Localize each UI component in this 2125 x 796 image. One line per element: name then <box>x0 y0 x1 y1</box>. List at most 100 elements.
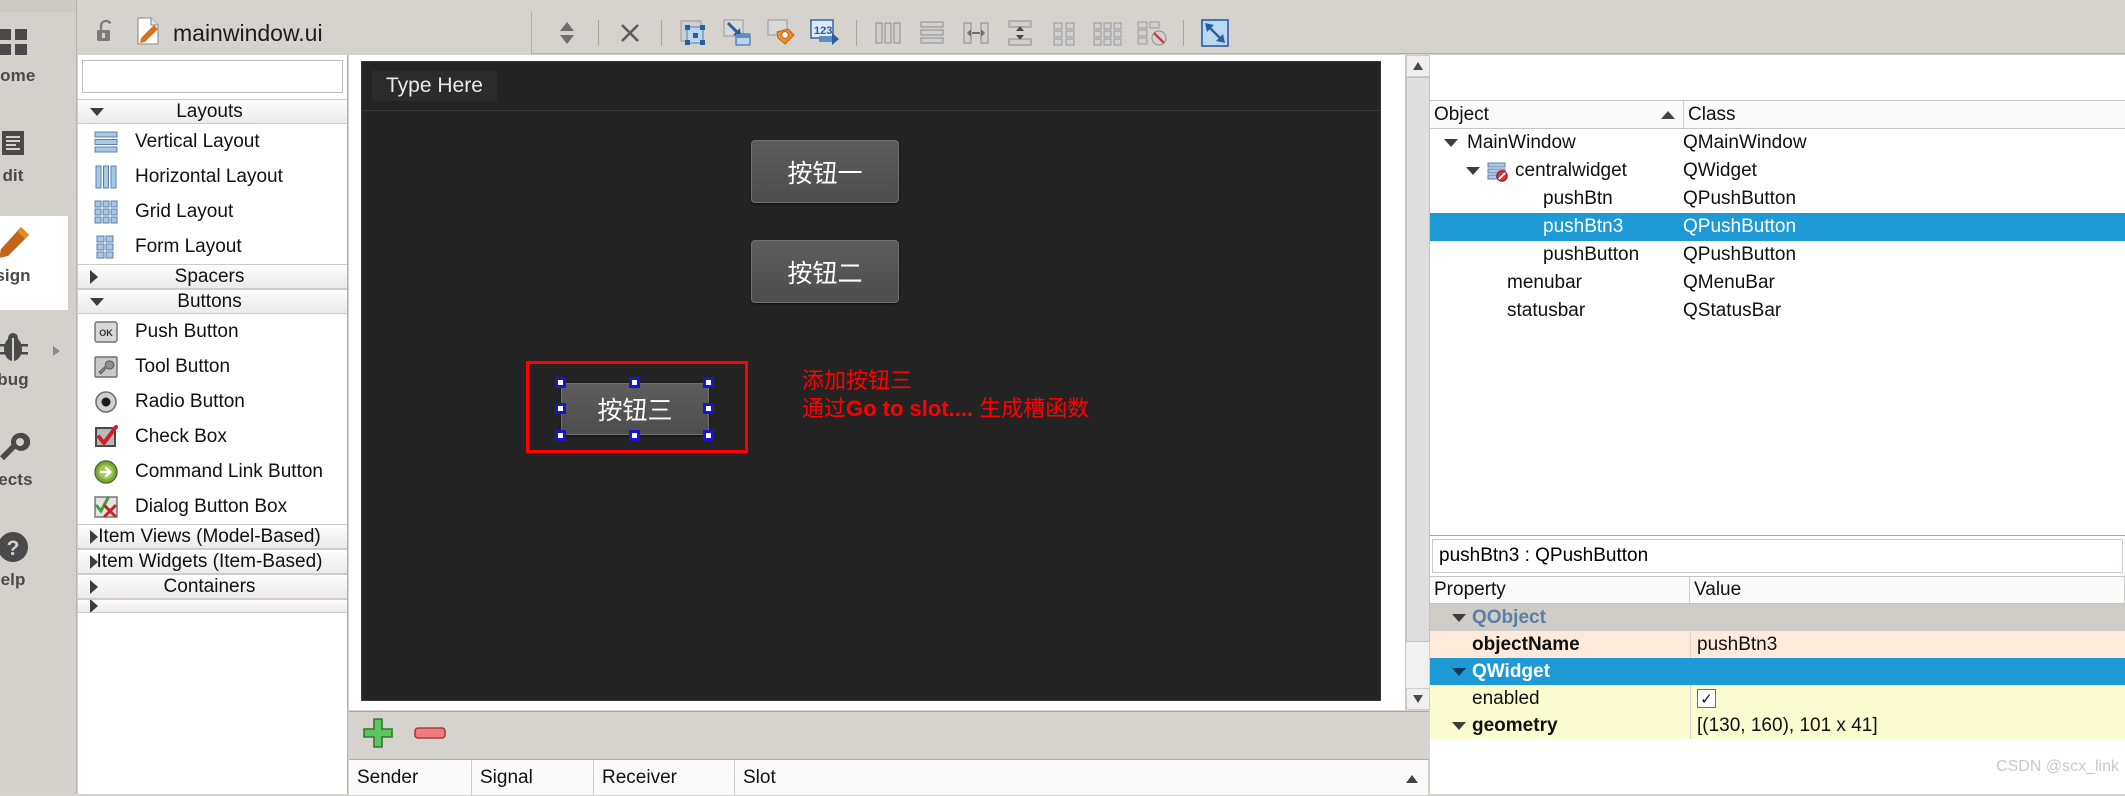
property-group-qwidget[interactable]: QWidget <box>1430 658 2125 685</box>
open-file-chip[interactable]: mainwindow.ui <box>77 12 532 54</box>
property-value-geometry[interactable]: [(130, 160), 101 x 41] <box>1690 712 2125 739</box>
tree-row-menubar[interactable]: menubar QMenuBar <box>1430 269 2125 297</box>
column-header-value[interactable]: Value <box>1690 577 2125 603</box>
resize-handle-bottom-right[interactable] <box>703 430 714 441</box>
add-plus-icon[interactable] <box>361 716 395 755</box>
property-row-enabled[interactable]: enabled ✓ <box>1430 685 2125 712</box>
column-header-class[interactable]: Class <box>1683 101 2125 128</box>
widget-item-tool-button[interactable]: Tool Button <box>78 349 347 384</box>
tree-row-centralwidget[interactable]: centralwidget QWidget <box>1430 157 2125 185</box>
widget-item-check-box[interactable]: Check Box <box>78 419 347 454</box>
tree-row-statusbar[interactable]: statusbar QStatusBar <box>1430 297 2125 325</box>
widget-item-dialog-button-box[interactable]: Dialog Button Box <box>78 489 347 524</box>
resize-handle-bottom-center[interactable] <box>629 430 640 441</box>
property-row-geometry[interactable]: geometry [(130, 160), 101 x 41] <box>1430 712 2125 739</box>
designer-toolbar[interactable]: 123 <box>545 12 1237 54</box>
tree-row-pushbtn[interactable]: pushBtn QPushButton <box>1430 185 2125 213</box>
widget-group-buttons[interactable]: Buttons <box>78 289 347 314</box>
property-value-objectname[interactable]: pushBtn3 <box>1690 631 2125 658</box>
sort-ascending-icon[interactable] <box>1661 110 1675 119</box>
signal-slot-toolbar[interactable] <box>349 712 1429 759</box>
property-group-qobject[interactable]: QObject <box>1430 604 2125 631</box>
column-header-object[interactable]: Object <box>1430 101 1683 128</box>
object-inspector-header[interactable]: Object Class <box>1430 101 2125 129</box>
widget-group-item-views[interactable]: Item Views (Model-Based) <box>78 524 347 549</box>
object-inspector-tree[interactable]: MainWindow QMainWindow centralwidget QWi… <box>1430 129 2125 325</box>
edit-buddies-icon[interactable] <box>759 12 803 54</box>
object-inspector-filter-input[interactable] <box>1430 55 2125 101</box>
object-inspector-panel[interactable]: Object Class MainWindow QMainWindow cent… <box>1430 55 2125 535</box>
resize-handle-top-right[interactable] <box>703 377 714 388</box>
widget-item-radio-button[interactable]: Radio Button <box>78 384 347 419</box>
tree-row-pushbtn3[interactable]: pushBtn3 QPushButton <box>1430 213 2125 241</box>
property-editor-panel[interactable]: pushBtn3 : QPushButton Property Value QO… <box>1430 535 2125 794</box>
resize-handle-top-left[interactable] <box>555 377 566 388</box>
column-header-signal[interactable]: Signal <box>472 760 594 796</box>
close-x-icon[interactable] <box>608 12 652 54</box>
scrollbar-thumb[interactable] <box>1406 77 1430 642</box>
sort-ascending-icon[interactable] <box>1405 771 1419 789</box>
widget-item-form-layout[interactable]: Form Layout <box>78 229 347 264</box>
mode-item-projects[interactable]: jects <box>0 420 68 490</box>
signal-slot-editor[interactable]: Sender Signal Receiver Slot <box>349 711 1429 796</box>
updown-arrows-icon[interactable] <box>545 12 589 54</box>
chevron-down-icon[interactable] <box>1452 613 1466 622</box>
widget-group-partial[interactable] <box>78 599 347 613</box>
chevron-right-icon[interactable] <box>90 269 98 284</box>
break-layout-icon[interactable] <box>1130 12 1174 54</box>
signal-slot-table-header[interactable]: Sender Signal Receiver Slot <box>349 759 1429 796</box>
resize-handle-middle-left[interactable] <box>555 403 566 414</box>
remove-minus-icon[interactable] <box>413 724 447 747</box>
form-push-button-2[interactable]: 按钮二 <box>751 240 899 303</box>
form-vertical-scrollbar[interactable] <box>1405 55 1430 710</box>
chevron-down-icon[interactable] <box>90 107 104 116</box>
edit-widgets-icon[interactable] <box>671 12 715 54</box>
enabled-checkbox[interactable]: ✓ <box>1697 689 1716 708</box>
layout-grid-icon[interactable] <box>1086 12 1130 54</box>
widget-item-push-button[interactable]: OK Push Button <box>78 314 347 349</box>
mode-item-help[interactable]: ? elp <box>0 520 68 590</box>
tree-row-mainwindow[interactable]: MainWindow QMainWindow <box>1430 129 2125 157</box>
chevron-right-icon[interactable] <box>53 346 60 356</box>
column-header-slot[interactable]: Slot <box>735 760 1429 796</box>
chevron-down-icon[interactable] <box>1452 667 1466 676</box>
column-header-receiver[interactable]: Receiver <box>594 760 735 796</box>
property-value-enabled[interactable]: ✓ <box>1690 685 2125 712</box>
adjust-size-icon[interactable] <box>1193 12 1237 54</box>
scroll-down-arrow-icon[interactable] <box>1406 688 1430 710</box>
resize-handle-top-center[interactable] <box>629 377 640 388</box>
widget-box-panel[interactable]: Layouts Vertical Layout Horizontal Layou… <box>78 55 348 794</box>
form-editor-area[interactable]: Type Here 按钮一 按钮二 按钮三 添加按钮三 通过Go to slot… <box>349 55 1416 710</box>
edit-tab-order-icon[interactable]: 123 <box>803 12 847 54</box>
widget-group-layouts[interactable]: Layouts <box>78 99 347 124</box>
widget-box-filter-input[interactable] <box>82 60 343 93</box>
chevron-right-icon[interactable] <box>90 554 98 569</box>
menubar-type-here[interactable]: Type Here <box>372 71 497 101</box>
chevron-right-icon[interactable] <box>90 600 98 612</box>
chevron-right-icon[interactable] <box>90 579 98 594</box>
mode-item-design[interactable]: sign <box>0 216 68 310</box>
chevron-down-icon[interactable] <box>1466 167 1480 175</box>
chevron-down-icon[interactable] <box>1452 721 1466 730</box>
widget-group-item-widgets[interactable]: Item Widgets (Item-Based) <box>78 549 347 574</box>
widget-item-grid-layout[interactable]: Grid Layout <box>78 194 347 229</box>
property-rows[interactable]: QObject objectName pushBtn3 QWidget enab… <box>1430 604 2125 739</box>
property-row-objectname[interactable]: objectName pushBtn3 <box>1430 631 2125 658</box>
chevron-down-icon[interactable] <box>1444 139 1458 147</box>
scroll-up-arrow-icon[interactable] <box>1406 55 1430 77</box>
resize-handle-bottom-left[interactable] <box>555 430 566 441</box>
column-header-sender[interactable]: Sender <box>349 760 472 796</box>
resize-handle-middle-right[interactable] <box>703 403 714 414</box>
unlock-icon[interactable] <box>95 19 117 48</box>
layout-form-icon[interactable] <box>1042 12 1086 54</box>
widget-item-vertical-layout[interactable]: Vertical Layout <box>78 124 347 159</box>
mode-item-welcome[interactable]: come <box>0 16 68 86</box>
chevron-right-icon[interactable] <box>90 529 98 544</box>
tree-row-pushbutton[interactable]: pushButton QPushButton <box>1430 241 2125 269</box>
widget-group-spacers[interactable]: Spacers <box>78 264 347 289</box>
widget-item-command-link-button[interactable]: Command Link Button <box>78 454 347 489</box>
mode-item-edit[interactable]: dit <box>0 116 68 186</box>
form-push-button-1[interactable]: 按钮一 <box>751 140 899 203</box>
form-canvas[interactable]: Type Here 按钮一 按钮二 按钮三 添加按钮三 通过Go to slot… <box>361 61 1381 701</box>
layout-splitter-horizontal-icon[interactable] <box>954 12 998 54</box>
